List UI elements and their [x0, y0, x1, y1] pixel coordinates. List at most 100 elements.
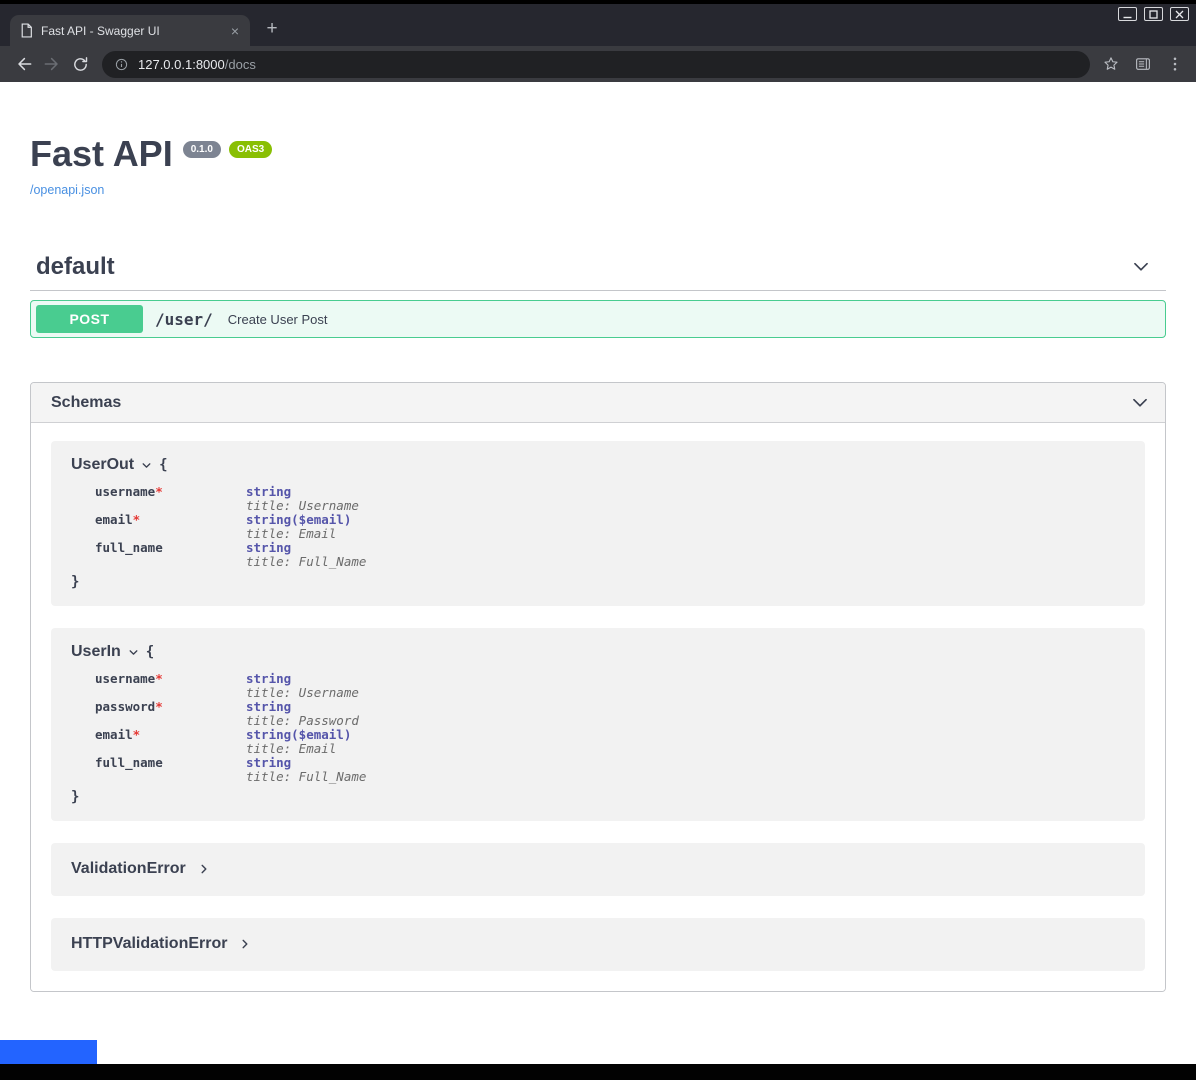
property-name: password	[95, 699, 155, 714]
page-document-icon	[20, 23, 33, 38]
property-title: title: Full_Name	[246, 555, 366, 569]
endpoint-post-user[interactable]: POST /user/ Create User Post	[30, 300, 1166, 338]
minimize-button[interactable]	[1118, 7, 1137, 21]
model-validationerror: ValidationError	[51, 843, 1145, 896]
property-row: username* string title: Username	[95, 672, 366, 700]
property-name: username	[95, 671, 155, 686]
property-type: string($email)	[246, 728, 366, 742]
api-info: Fast API 0.1.0 OAS3 /openapi.json	[30, 82, 1166, 199]
property-type: string	[246, 672, 366, 686]
tag-section-header[interactable]: default	[30, 245, 1166, 291]
chevron-down-icon[interactable]	[141, 460, 152, 471]
property-title: title: Password	[246, 714, 366, 728]
tab-close-icon[interactable]: ×	[228, 23, 242, 39]
required-star: *	[155, 699, 163, 714]
tag-name: default	[36, 253, 115, 281]
version-badge: 0.1.0	[183, 141, 221, 158]
chevron-down-icon[interactable]	[1129, 392, 1151, 414]
property-title: title: Username	[246, 686, 366, 700]
property-type: string($email)	[246, 513, 366, 527]
site-info-icon[interactable]	[114, 57, 129, 72]
toolbar-right-icons	[1102, 55, 1184, 73]
chevron-down-icon[interactable]	[128, 647, 139, 658]
status-bubble	[0, 1040, 97, 1065]
property-title: title: Email	[246, 527, 366, 541]
chevron-down-icon[interactable]	[1130, 256, 1152, 278]
maximize-button[interactable]	[1144, 7, 1163, 21]
property-title: title: Email	[246, 742, 366, 756]
property-title: title: Username	[246, 499, 366, 513]
property-row: password* string title: Password	[95, 700, 366, 728]
browser-tab[interactable]: Fast API - Swagger UI ×	[10, 15, 250, 46]
close-button[interactable]	[1170, 7, 1189, 21]
new-tab-button[interactable]: +	[258, 16, 286, 44]
url-text: 127.0.0.1:8000/docs	[138, 57, 256, 72]
model-header[interactable]: UserOut {	[71, 456, 1125, 474]
model-userout: UserOut { username* string title: Userna…	[51, 441, 1145, 606]
window-titlebar: Fast API - Swagger UI × +	[0, 0, 1196, 46]
property-table: username* string title: Username passwor…	[95, 672, 366, 784]
property-name: full_name	[95, 755, 163, 770]
model-header[interactable]: HTTPValidationError	[71, 933, 1125, 955]
model-header[interactable]: UserIn {	[71, 643, 1125, 661]
url-host: 127.0.0.1:8000	[138, 57, 225, 72]
property-row: full_name string title: Full_Name	[95, 541, 366, 569]
property-row: email* string($email) title: Email	[95, 728, 366, 756]
property-name: email	[95, 727, 133, 742]
forward-icon[interactable]	[38, 50, 66, 78]
endpoint-summary: Create User Post	[228, 312, 328, 327]
required-star: *	[133, 512, 141, 527]
page-title: Fast API	[30, 134, 173, 174]
property-name: email	[95, 512, 133, 527]
property-row: email* string($email) title: Email	[95, 513, 366, 541]
property-type: string	[246, 756, 366, 770]
close-brace: }	[71, 789, 1125, 805]
bottom-bar	[0, 1064, 1196, 1080]
property-format: ($email)	[291, 727, 351, 742]
chevron-right-icon[interactable]	[239, 938, 251, 950]
schemas-section: Schemas UserOut { username*	[30, 382, 1166, 992]
window-controls	[1118, 7, 1189, 21]
property-table: username* string title: Username email* …	[95, 485, 366, 569]
property-type: string	[246, 700, 366, 714]
model-userin: UserIn { username* string title: Usernam…	[51, 628, 1145, 821]
model-name: UserOut	[71, 456, 134, 474]
url-bar[interactable]: 127.0.0.1:8000/docs	[102, 51, 1090, 78]
chevron-right-icon[interactable]	[198, 863, 210, 875]
model-name: UserIn	[71, 643, 121, 661]
required-star: *	[155, 484, 163, 499]
property-type: string	[246, 485, 366, 499]
openapi-spec-link[interactable]: /openapi.json	[30, 183, 104, 197]
oas-badge: OAS3	[229, 141, 272, 158]
property-row: full_name string title: Full_Name	[95, 756, 366, 784]
side-panel-icon[interactable]	[1134, 55, 1152, 73]
property-format: ($email)	[291, 512, 351, 527]
property-name: username	[95, 484, 155, 499]
schemas-body: UserOut { username* string title: Userna…	[31, 423, 1165, 991]
property-type: string	[246, 541, 366, 555]
swagger-page: Fast API 0.1.0 OAS3 /openapi.json defaul…	[0, 82, 1196, 992]
method-badge: POST	[36, 305, 143, 333]
required-star: *	[155, 671, 163, 686]
open-brace: {	[146, 644, 154, 660]
reload-icon[interactable]	[66, 50, 94, 78]
model-name: HTTPValidationError	[71, 935, 227, 953]
kebab-menu-icon[interactable]	[1166, 55, 1184, 73]
endpoint-path: /user/	[155, 310, 213, 329]
schemas-header[interactable]: Schemas	[31, 383, 1165, 423]
model-name: ValidationError	[71, 860, 186, 878]
url-path: /docs	[225, 57, 256, 72]
schemas-title: Schemas	[51, 394, 121, 412]
model-httpvalidationerror: HTTPValidationError	[51, 918, 1145, 971]
close-brace: }	[71, 574, 1125, 590]
required-star: *	[133, 727, 141, 742]
property-row: username* string title: Username	[95, 485, 366, 513]
back-icon[interactable]	[10, 50, 38, 78]
property-title: title: Full_Name	[246, 770, 366, 784]
property-name: full_name	[95, 540, 163, 555]
bookmark-star-icon[interactable]	[1102, 55, 1120, 73]
tab-title: Fast API - Swagger UI	[41, 24, 220, 38]
open-brace: {	[159, 457, 167, 473]
model-header[interactable]: ValidationError	[71, 858, 1125, 880]
browser-toolbar: 127.0.0.1:8000/docs	[0, 46, 1196, 82]
